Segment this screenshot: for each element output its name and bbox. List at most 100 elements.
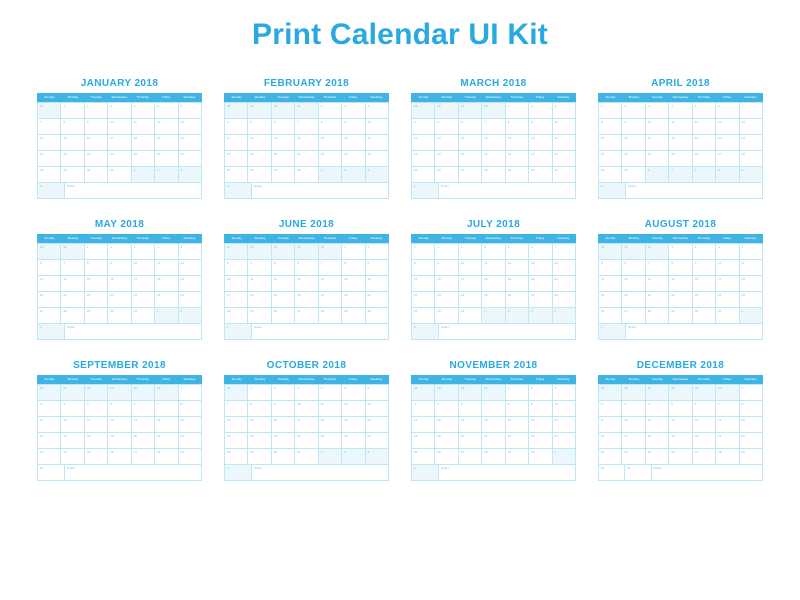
- month-title: MAY 2018: [37, 219, 202, 234]
- day-cell: 14: [61, 276, 84, 292]
- day-cell: 7: [155, 401, 178, 417]
- month-card: OCTOBER 2018SundayMondayTuesdayWednesday…: [224, 360, 389, 481]
- day-cell: 1: [740, 385, 763, 401]
- day-cell: 3: [132, 244, 155, 260]
- day-cell: 28: [248, 244, 271, 260]
- day-cell: 7: [61, 260, 84, 276]
- day-cell: 4: [646, 401, 669, 417]
- day-cell: 20: [366, 417, 389, 433]
- day-cell: 12: [435, 135, 458, 151]
- day-cell: 10: [646, 119, 669, 135]
- day-of-week-label: Monday: [248, 94, 271, 101]
- day-cell: 10: [553, 119, 576, 135]
- day-of-week-label: Tuesday: [646, 376, 669, 383]
- day-cell: 8: [599, 119, 622, 135]
- day-cell: 2: [693, 244, 716, 260]
- day-cell: 16: [38, 433, 61, 449]
- week-row: 30123456: [225, 385, 389, 401]
- day-cell: 6: [295, 260, 318, 276]
- day-cell: 31: [295, 449, 318, 465]
- day-cell: 2: [599, 401, 622, 417]
- day-cell: 17: [225, 292, 248, 308]
- day-cell: 30: [272, 449, 295, 465]
- week-row: 5Notes: [412, 324, 576, 340]
- month-card: APRIL 2018SundayMondayTuesdayWednesdayTh…: [598, 78, 763, 199]
- day-cell: 27: [459, 167, 482, 183]
- day-cell: 4: [132, 103, 155, 119]
- day-cell: 15: [669, 276, 692, 292]
- day-of-week-label: Wednesday: [482, 94, 505, 101]
- day-cell: 29: [248, 449, 271, 465]
- day-cell: 6: [366, 385, 389, 401]
- day-cell: 29: [506, 449, 529, 465]
- day-cell: 28: [85, 385, 108, 401]
- day-cell: 8: [342, 260, 365, 276]
- day-cell: 14: [553, 260, 576, 276]
- day-of-week-label: Thursday: [505, 94, 528, 101]
- day-cell: 6: [622, 260, 645, 276]
- day-cell: 19: [342, 417, 365, 433]
- day-cell: 29: [599, 244, 622, 260]
- week-row: 12131415161718: [599, 276, 763, 292]
- day-cell: 3: [225, 260, 248, 276]
- day-of-week-label: Sunday: [412, 94, 435, 101]
- day-cell: 4: [225, 183, 252, 199]
- day-of-week-label: Tuesday: [85, 376, 108, 383]
- day-cell: 26: [599, 308, 622, 324]
- day-cell: 3: [366, 449, 389, 465]
- day-cell: 29: [693, 385, 716, 401]
- day-cell: 21: [225, 433, 248, 449]
- day-cell: 29: [108, 385, 131, 401]
- day-cell: 12: [506, 260, 529, 276]
- day-cell: 28: [669, 385, 692, 401]
- day-cell: 24: [132, 292, 155, 308]
- week-row: 18192021222324: [225, 151, 389, 167]
- day-cell: 9: [85, 119, 108, 135]
- week-row: 2Notes: [412, 465, 576, 481]
- day-cell: 17: [295, 417, 318, 433]
- day-cell: 28: [61, 308, 84, 324]
- day-cell: 22: [85, 292, 108, 308]
- day-cell: 6: [272, 119, 295, 135]
- day-cell: 5: [155, 103, 178, 119]
- week-row: 4Notes: [225, 183, 389, 199]
- day-cell: 29: [272, 244, 295, 260]
- day-cell: 5: [435, 119, 458, 135]
- day-cell: 31: [295, 103, 318, 119]
- month-title: FEBRUARY 2018: [224, 78, 389, 93]
- day-cell: 17: [61, 433, 84, 449]
- day-cell: 25: [669, 151, 692, 167]
- day-cell: 18: [412, 433, 435, 449]
- week-row: 1234567: [412, 244, 576, 260]
- day-cell: 4: [85, 401, 108, 417]
- day-cell: 26: [108, 449, 131, 465]
- day-cell: 28: [225, 103, 248, 119]
- day-cell: 18: [740, 276, 763, 292]
- day-of-week-label: Wednesday: [295, 94, 318, 101]
- day-cell: 16: [108, 276, 131, 292]
- day-cell: 6: [693, 401, 716, 417]
- day-cell: 12: [669, 417, 692, 433]
- week-row: 3Notes: [38, 324, 202, 340]
- day-cell: 3: [179, 167, 202, 183]
- day-cell: 31: [38, 103, 61, 119]
- month-title: AUGUST 2018: [598, 219, 763, 234]
- day-cell: 28: [225, 449, 248, 465]
- day-of-week-label: Friday: [341, 94, 364, 101]
- day-cell: 30: [622, 167, 645, 183]
- day-cell: 4: [716, 167, 739, 183]
- day-of-week-label: Saturday: [365, 376, 388, 383]
- day-cell: 22: [669, 292, 692, 308]
- week-row: 28293031123: [412, 385, 576, 401]
- day-cell: 19: [179, 276, 202, 292]
- day-cell: 10: [132, 260, 155, 276]
- week-row: 24252627282930: [225, 308, 389, 324]
- day-of-week-label: Saturday: [365, 235, 388, 242]
- day-of-week-label: Wednesday: [295, 235, 318, 242]
- day-cell: 2: [599, 324, 626, 340]
- day-cell: 7: [295, 119, 318, 135]
- day-cell: 16: [529, 417, 552, 433]
- day-of-week-label: Monday: [622, 376, 645, 383]
- day-of-week-label: Saturday: [739, 94, 762, 101]
- day-cell: 10: [295, 401, 318, 417]
